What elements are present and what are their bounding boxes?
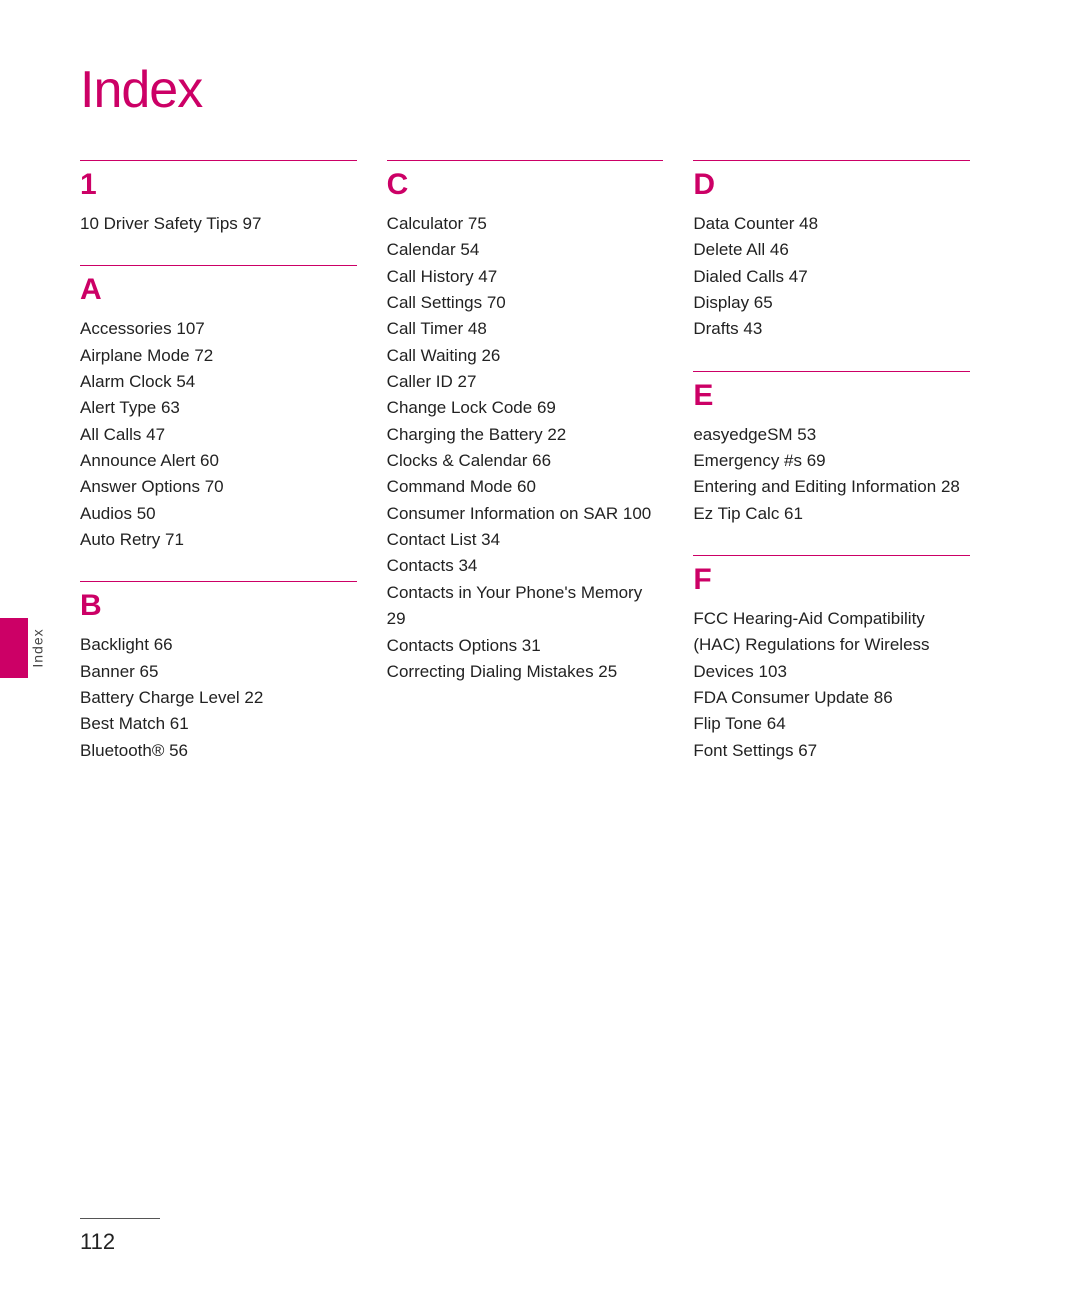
entry-c-5: Call Timer 48 [387, 316, 664, 342]
section-1: 1 10 Driver Safety Tips 97 [80, 160, 357, 237]
section-d-letter: D [693, 167, 970, 203]
entry-f-4: Font Settings 67 [693, 738, 970, 764]
entry-e-1: easyedgeSM 53 [693, 422, 970, 448]
entry-c-11: Command Mode 60 [387, 474, 664, 500]
entry-a-6: Announce Alert 60 [80, 448, 357, 474]
entry-a-7: Answer Options 70 [80, 474, 357, 500]
entry-c-9: Charging the Battery 22 [387, 422, 664, 448]
entry-c-10: Clocks & Calendar 66 [387, 448, 664, 474]
column-1: 1 10 Driver Safety Tips 97 A Accessories… [80, 160, 387, 792]
entry-a-8: Audios 50 [80, 501, 357, 527]
entry-c-15: Contacts in Your Phone's Memory 29 [387, 580, 664, 633]
section-c: C Calculator 75 Calendar 54 Call History… [387, 160, 664, 685]
entry-b-1: Backlight 66 [80, 632, 357, 658]
entry-d-5: Drafts 43 [693, 316, 970, 342]
page-number: 112 [80, 1229, 1000, 1255]
column-3: D Data Counter 48 Delete All 46 Dialed C… [693, 160, 1000, 792]
entry-d-1: Data Counter 48 [693, 211, 970, 237]
page-title: Index [80, 60, 1000, 120]
entry-e-3: Entering and Editing Information 28 [693, 474, 970, 500]
entry-c-13: Contact List 34 [387, 527, 664, 553]
entry-c-2: Calendar 54 [387, 237, 664, 263]
sidebar-tab [0, 618, 28, 678]
entry-d-2: Delete All 46 [693, 237, 970, 263]
section-e-divider [693, 371, 970, 372]
entry-c-12: Consumer Information on SAR 100 [387, 501, 664, 527]
entry-b-5: Bluetooth® 56 [80, 738, 357, 764]
section-b-divider [80, 581, 357, 582]
section-f-divider [693, 555, 970, 556]
entry-d-4: Display 65 [693, 290, 970, 316]
section-f-letter: F [693, 562, 970, 598]
entry-a-9: Auto Retry 71 [80, 527, 357, 553]
entry-1-1: 10 Driver Safety Tips 97 [80, 211, 357, 237]
entry-c-17: Correcting Dialing Mistakes 25 [387, 659, 664, 685]
section-1-divider [80, 160, 357, 161]
sidebar-label: Index [30, 628, 46, 667]
entry-c-8: Change Lock Code 69 [387, 395, 664, 421]
column-2: C Calculator 75 Calendar 54 Call History… [387, 160, 694, 792]
entry-a-5: All Calls 47 [80, 422, 357, 448]
section-a: A Accessories 107 Airplane Mode 72 Alarm… [80, 265, 357, 553]
entry-f-1: FCC Hearing-Aid Compatibility (HAC) Regu… [693, 606, 970, 685]
entry-c-6: Call Waiting 26 [387, 343, 664, 369]
section-f: F FCC Hearing-Aid Compatibility (HAC) Re… [693, 555, 970, 764]
entry-c-4: Call Settings 70 [387, 290, 664, 316]
entry-d-3: Dialed Calls 47 [693, 264, 970, 290]
entry-f-3: Flip Tone 64 [693, 711, 970, 737]
section-c-divider [387, 160, 664, 161]
columns-wrapper: 1 10 Driver Safety Tips 97 A Accessories… [80, 160, 1000, 792]
entry-a-1: Accessories 107 [80, 316, 357, 342]
section-d-divider [693, 160, 970, 161]
entry-b-2: Banner 65 [80, 659, 357, 685]
section-c-letter: C [387, 167, 664, 203]
section-d: D Data Counter 48 Delete All 46 Dialed C… [693, 160, 970, 343]
entry-a-3: Alarm Clock 54 [80, 369, 357, 395]
entry-c-14: Contacts 34 [387, 553, 664, 579]
entry-b-3: Battery Charge Level 22 [80, 685, 357, 711]
page-footer: 112 [80, 1218, 1000, 1255]
entry-c-3: Call History 47 [387, 264, 664, 290]
entry-e-2: Emergency #s 69 [693, 448, 970, 474]
section-e: E easyedgeSM 53 Emergency #s 69 Entering… [693, 371, 970, 527]
entry-c-1: Calculator 75 [387, 211, 664, 237]
page-container: Index Index 1 10 Driver Safety Tips 97 A… [0, 0, 1080, 1295]
section-b: B Backlight 66 Banner 65 Battery Charge … [80, 581, 357, 764]
entry-f-2: FDA Consumer Update 86 [693, 685, 970, 711]
section-b-letter: B [80, 588, 357, 624]
section-a-letter: A [80, 272, 357, 308]
entry-c-7: Caller ID 27 [387, 369, 664, 395]
entry-b-4: Best Match 61 [80, 711, 357, 737]
section-e-letter: E [693, 378, 970, 414]
entry-a-4: Alert Type 63 [80, 395, 357, 421]
entry-e-4: Ez Tip Calc 61 [693, 501, 970, 527]
section-a-divider [80, 265, 357, 266]
footer-divider [80, 1218, 160, 1219]
section-1-letter: 1 [80, 167, 357, 203]
entry-a-2: Airplane Mode 72 [80, 343, 357, 369]
entry-c-16: Contacts Options 31 [387, 633, 664, 659]
